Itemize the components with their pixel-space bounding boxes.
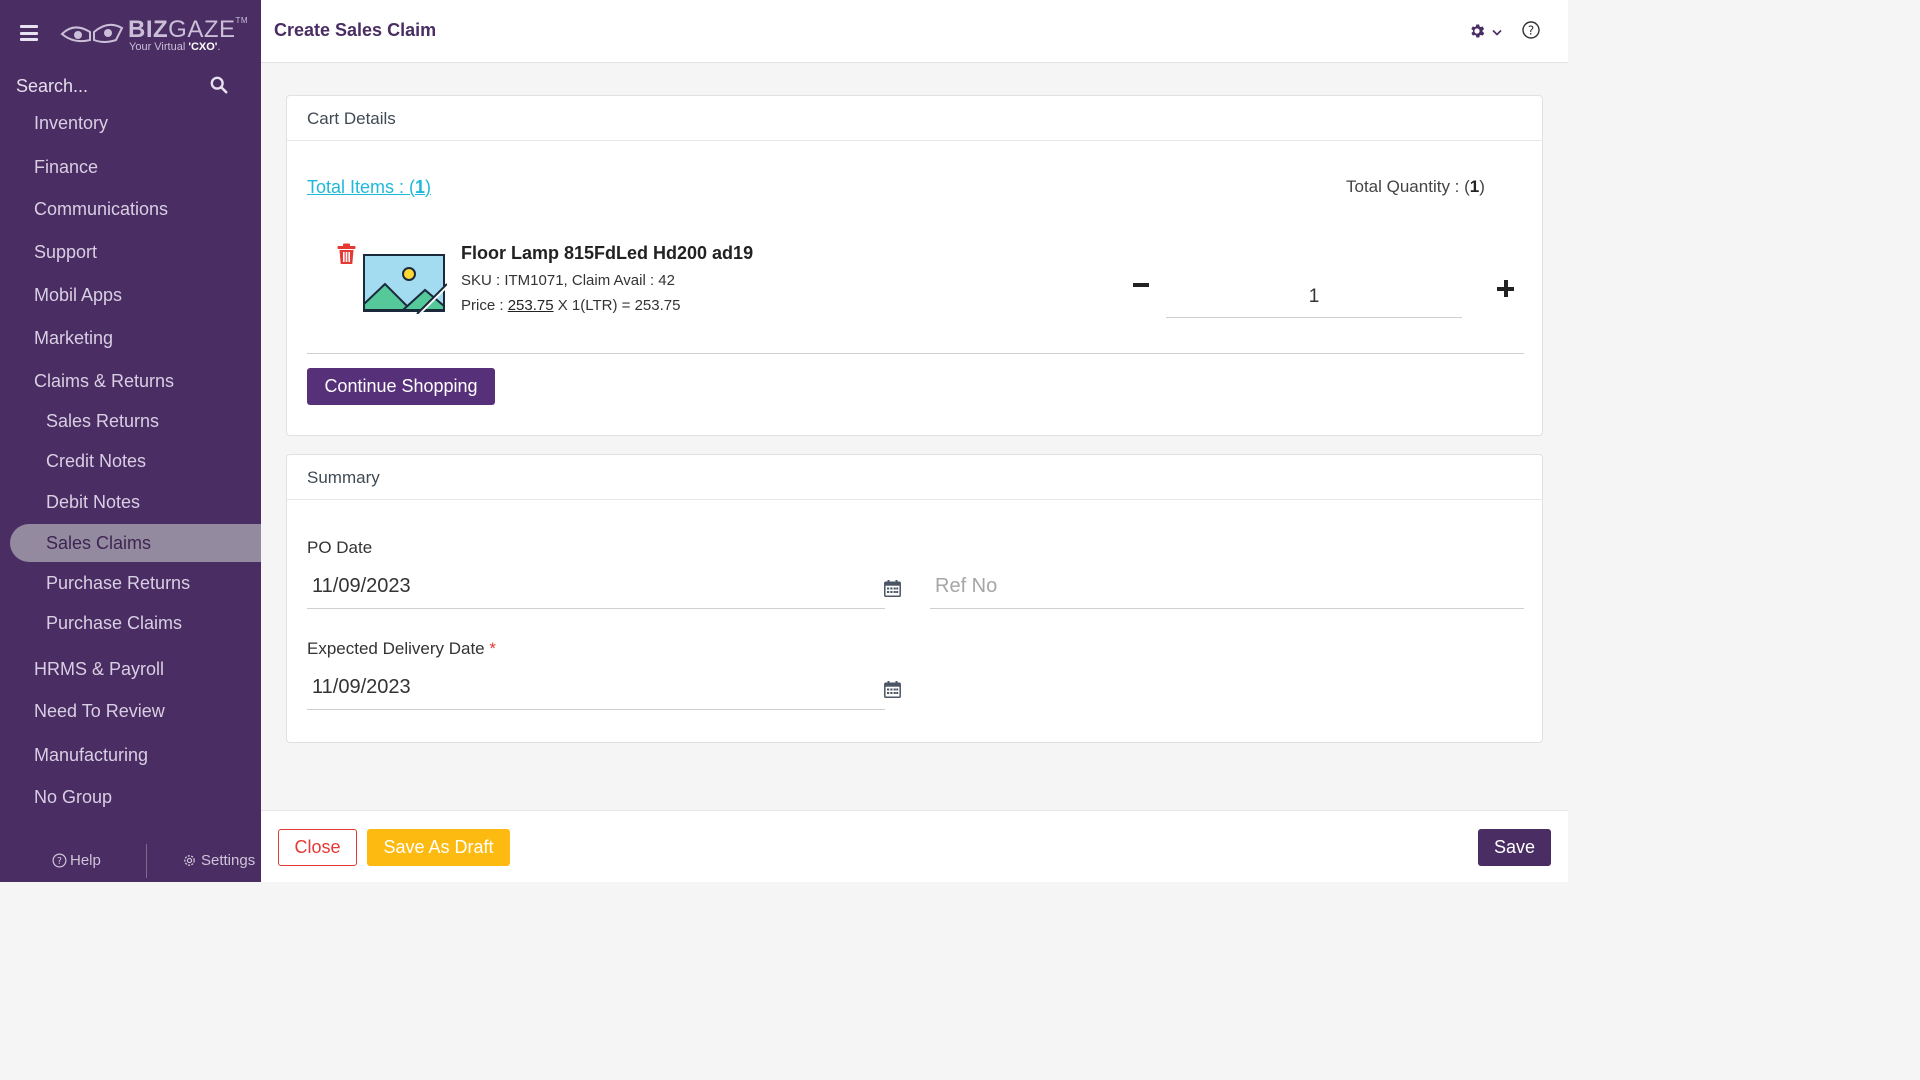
sidebar-item-finance[interactable]: Finance: [0, 147, 261, 187]
gear-icon: [184, 855, 195, 866]
app-root: BIZGAZETM Your Virtual 'CXO'. Inventory …: [0, 0, 1568, 882]
svg-text:?: ?: [57, 856, 62, 867]
plus-icon[interactable]: [1497, 280, 1515, 298]
help-label: Help: [70, 852, 101, 869]
help-circle-icon: ?: [52, 853, 67, 868]
summary-card: Summary PO Date Expected Delivery Date *: [286, 454, 1543, 743]
chevron-down-icon: [1492, 29, 1502, 36]
calendar-icon[interactable]: [884, 681, 901, 698]
sidebar-item-sales-returns[interactable]: Sales Returns: [0, 401, 261, 441]
ref-no-input[interactable]: [930, 565, 1524, 609]
sidebar-item-credit-notes[interactable]: Credit Notes: [0, 441, 261, 481]
total-quantity: Total Quantity : (1): [1346, 177, 1485, 196]
cart-item: Floor Lamp 815FdLed Hd200 ad19 SKU : ITM…: [307, 226, 1524, 354]
calendar-icon[interactable]: [884, 580, 901, 597]
brand-name: BIZGAZETM: [128, 16, 249, 43]
sidebar-item-purchase-returns[interactable]: Purchase Returns: [0, 563, 261, 603]
sidebar-item-manufacturing[interactable]: Manufacturing: [0, 735, 261, 775]
required-marker: *: [489, 639, 496, 658]
sidebar-item-hrms-payroll[interactable]: HRMS & Payroll: [0, 649, 261, 689]
settings-dropdown[interactable]: [1468, 22, 1508, 42]
quantity-input[interactable]: [1166, 276, 1462, 318]
page-title: Create Sales Claim: [274, 20, 437, 40]
item-name: Floor Lamp 815FdLed Hd200 ad19: [461, 243, 754, 263]
sidebar-item-communications[interactable]: Communications: [0, 189, 261, 229]
sidebar-search: [0, 68, 261, 104]
sidebar-item-support[interactable]: Support: [0, 232, 261, 272]
search-icon[interactable]: [210, 76, 228, 94]
sidebar-item-mobil-apps[interactable]: Mobil Apps: [0, 275, 261, 315]
sidebar-item-no-group[interactable]: No Group: [0, 777, 261, 817]
footer-divider: [146, 844, 147, 878]
sidebar-help-link[interactable]: ? Help: [52, 852, 101, 869]
item-sku-claim: SKU : ITM1071, Claim Avail : 42: [461, 272, 675, 289]
page-header: Create Sales Claim ?: [261, 0, 1568, 63]
settings-label: Settings: [201, 852, 256, 869]
menu-icon[interactable]: [20, 25, 38, 41]
minus-icon[interactable]: [1133, 276, 1151, 294]
sidebar-item-debit-notes[interactable]: Debit Notes: [0, 482, 261, 522]
continue-shopping-button[interactable]: Continue Shopping: [307, 368, 495, 405]
item-price: Price : 253.75 X 1(LTR) = 253.75: [461, 297, 681, 314]
trash-icon[interactable]: [337, 243, 356, 265]
close-button[interactable]: Close: [278, 829, 357, 866]
sidebar-topbar: BIZGAZETM Your Virtual 'CXO'.: [0, 0, 261, 64]
po-date-label: PO Date: [307, 538, 373, 557]
item-price-value[interactable]: 253.75: [508, 297, 554, 314]
cart-details-card: Cart Details Total Items : (1) Total Qua…: [286, 95, 1543, 436]
brand-tagline: Your Virtual 'CXO'.: [129, 41, 221, 53]
gear-icon: [1471, 24, 1485, 38]
save-as-draft-button[interactable]: Save As Draft: [367, 829, 510, 866]
cart-details-title: Cart Details: [287, 96, 1542, 141]
expected-delivery-input[interactable]: [307, 666, 885, 710]
summary-title: Summary: [287, 455, 1542, 500]
save-button[interactable]: Save: [1478, 829, 1551, 866]
sidebar-item-claims-returns[interactable]: Claims & Returns: [0, 361, 261, 401]
sidebar-item-inventory[interactable]: Inventory: [0, 103, 261, 143]
sidebar-item-marketing[interactable]: Marketing: [0, 318, 261, 358]
expected-delivery-label: Expected Delivery Date *: [307, 639, 496, 658]
sidebar: BIZGAZETM Your Virtual 'CXO'. Inventory …: [0, 0, 261, 882]
sidebar-item-purchase-claims[interactable]: Purchase Claims: [0, 603, 261, 643]
total-items-link[interactable]: Total Items : (1): [307, 177, 431, 198]
brand-logo[interactable]: BIZGAZETM Your Virtual 'CXO'.: [60, 14, 250, 56]
po-date-input[interactable]: [307, 565, 885, 609]
sidebar-footer: ? Help Settings: [0, 840, 261, 882]
search-input[interactable]: [16, 74, 201, 98]
sidebar-item-sales-claims[interactable]: Sales Claims: [10, 524, 261, 562]
image-placeholder-icon: [363, 254, 447, 314]
action-bar: Close Save As Draft Save: [261, 810, 1568, 882]
bizgaze-eyes-logo: [60, 23, 124, 43]
help-circle-icon[interactable]: ?: [1521, 20, 1541, 40]
main-content: Create Sales Claim ? Cart Details Total …: [261, 0, 1568, 882]
sidebar-item-need-to-review[interactable]: Need To Review: [0, 691, 261, 731]
sidebar-settings-link[interactable]: Settings: [182, 852, 255, 869]
svg-text:?: ?: [1528, 23, 1534, 37]
